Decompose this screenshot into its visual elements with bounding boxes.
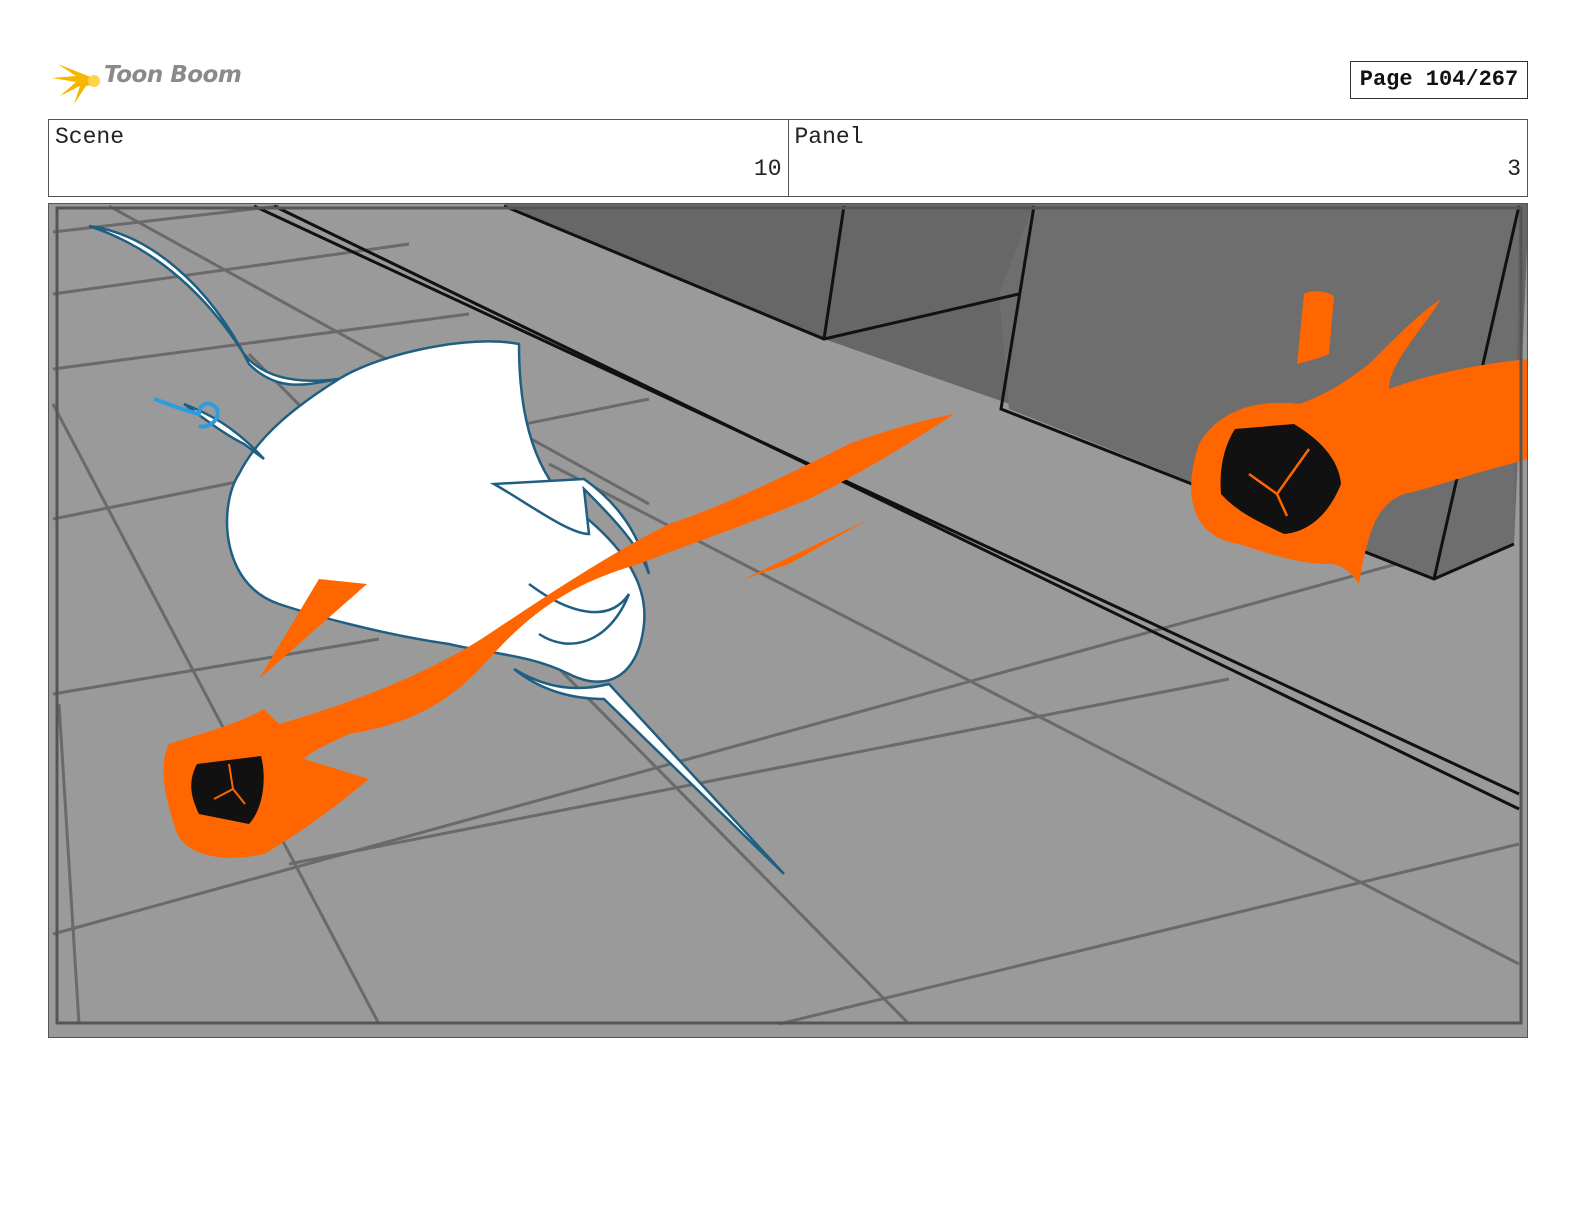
panel-cell: Panel 3 — [787, 120, 1528, 196]
logo-text: Toon Boom — [104, 62, 242, 88]
flame-core-left — [191, 756, 264, 824]
panel-label: Panel — [794, 124, 864, 150]
panel-drawing — [49, 204, 1527, 1037]
scene-number: 10 — [753, 156, 782, 182]
scene-panel-table: Scene 10 Panel 3 — [48, 119, 1528, 197]
scene-label: Scene — [55, 124, 125, 150]
scene-cell: Scene 10 — [49, 120, 788, 196]
storyboard-panel — [48, 203, 1528, 1038]
starburst-icon — [52, 64, 100, 104]
panel-number: 3 — [1507, 156, 1521, 182]
page-indicator: Page 104/267 — [1350, 61, 1528, 99]
